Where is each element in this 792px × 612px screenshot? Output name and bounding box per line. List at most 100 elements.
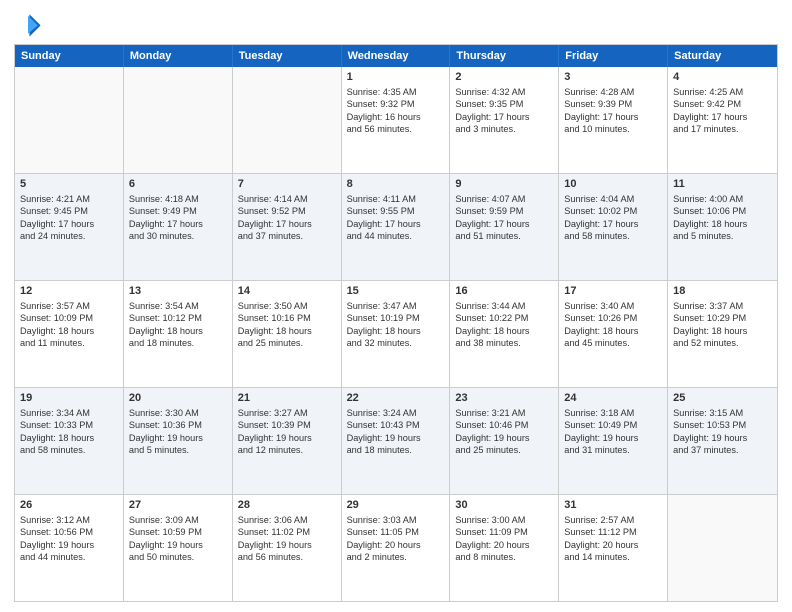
table-row — [15, 67, 124, 173]
day-info: Sunrise: 3:00 AM Sunset: 11:09 PM Daylig… — [455, 515, 529, 562]
day-number: 19 — [20, 391, 118, 406]
day-number: 23 — [455, 391, 553, 406]
day-info: Sunrise: 4:00 AM Sunset: 10:06 PM Daylig… — [673, 194, 747, 241]
table-row: 8 Sunrise: 4:11 AM Sunset: 9:55 PM Daylig… — [342, 174, 451, 280]
day-number: 10 — [564, 177, 662, 192]
table-row — [124, 67, 233, 173]
day-info: Sunrise: 4:25 AM Sunset: 9:42 PM Dayligh… — [673, 87, 747, 134]
calendar-body: 1 Sunrise: 4:35 AM Sunset: 9:32 PM Daylig… — [15, 67, 777, 601]
table-row: 22 Sunrise: 3:24 AM Sunset: 10:43 PM Dayl… — [342, 388, 451, 494]
table-row: 1 Sunrise: 4:35 AM Sunset: 9:32 PM Daylig… — [342, 67, 451, 173]
table-row: 19 Sunrise: 3:34 AM Sunset: 10:33 PM Dayl… — [15, 388, 124, 494]
table-row: 13Sunrise: 3:54 AM Sunset: 10:12 PM Dayl… — [124, 281, 233, 387]
day-info: Sunrise: 3:09 AM Sunset: 10:59 PM Daylig… — [129, 515, 203, 562]
day-number: 16 — [455, 284, 553, 299]
header-day-tuesday: Tuesday — [233, 45, 342, 67]
day-info: Sunrise: 4:11 AM Sunset: 9:55 PM Dayligh… — [347, 194, 421, 241]
day-info: Sunrise: 2:57 AM Sunset: 11:12 PM Daylig… — [564, 515, 638, 562]
calendar-week-5: 26 Sunrise: 3:12 AM Sunset: 10:56 PM Dayl… — [15, 494, 777, 601]
day-info: Sunrise: 4:35 AM Sunset: 9:32 PM Dayligh… — [347, 87, 421, 134]
header-day-friday: Friday — [559, 45, 668, 67]
table-row: 29 Sunrise: 3:03 AM Sunset: 11:05 PM Dayl… — [342, 495, 451, 601]
day-number: 18 — [673, 284, 772, 299]
table-row — [668, 495, 777, 601]
calendar: SundayMondayTuesdayWednesdayThursdayFrid… — [14, 44, 778, 602]
table-row: 4 Sunrise: 4:25 AM Sunset: 9:42 PM Daylig… — [668, 67, 777, 173]
day-info: Sunrise: 4:04 AM Sunset: 10:02 PM Daylig… — [564, 194, 638, 241]
logo — [14, 10, 46, 38]
day-info: Sunrise: 4:18 AM Sunset: 9:49 PM Dayligh… — [129, 194, 203, 241]
generalblue-logo-icon — [14, 10, 42, 38]
calendar-week-3: 12 Sunrise: 3:57 AM Sunset: 10:09 PM Dayl… — [15, 280, 777, 387]
day-number: 4 — [673, 70, 772, 85]
day-info: Sunrise: 3:15 AM Sunset: 10:53 PM Daylig… — [673, 408, 747, 455]
table-row: 31 Sunrise: 2:57 AM Sunset: 11:12 PM Dayl… — [559, 495, 668, 601]
day-info: Sunrise: 3:50 AM Sunset: 10:16 PM Daylig… — [238, 301, 312, 348]
table-row: 20 Sunrise: 3:30 AM Sunset: 10:36 PM Dayl… — [124, 388, 233, 494]
day-number: 12 — [20, 284, 118, 299]
day-info: Sunrise: 3:47 AM Sunset: 10:19 PM Daylig… — [347, 301, 421, 348]
day-info: Sunrise: 3:40 AM Sunset: 10:26 PM Daylig… — [564, 301, 638, 348]
day-number: 30 — [455, 498, 553, 513]
table-row: 5Sunrise: 4:21 AM Sunset: 9:45 PM Daylig… — [15, 174, 124, 280]
table-row: 6 Sunrise: 4:18 AM Sunset: 9:49 PM Daylig… — [124, 174, 233, 280]
day-number: 17 — [564, 284, 662, 299]
header-day-wednesday: Wednesday — [342, 45, 451, 67]
day-info: Sunrise: 4:14 AM Sunset: 9:52 PM Dayligh… — [238, 194, 312, 241]
day-number: 2 — [455, 70, 553, 85]
day-info: Sunrise: 3:12 AM Sunset: 10:56 PM Daylig… — [20, 515, 94, 562]
day-info: Sunrise: 4:07 AM Sunset: 9:59 PM Dayligh… — [455, 194, 529, 241]
calendar-header-row: SundayMondayTuesdayWednesdayThursdayFrid… — [15, 45, 777, 67]
day-info: Sunrise: 3:30 AM Sunset: 10:36 PM Daylig… — [129, 408, 203, 455]
table-row: 14 Sunrise: 3:50 AM Sunset: 10:16 PM Dayl… — [233, 281, 342, 387]
header-day-thursday: Thursday — [450, 45, 559, 67]
day-number: 6 — [129, 177, 227, 192]
day-number: 3 — [564, 70, 662, 85]
page: SundayMondayTuesdayWednesdayThursdayFrid… — [0, 0, 792, 612]
day-number: 26 — [20, 498, 118, 513]
header-day-saturday: Saturday — [668, 45, 777, 67]
day-info: Sunrise: 3:06 AM Sunset: 11:02 PM Daylig… — [238, 515, 312, 562]
table-row: 30 Sunrise: 3:00 AM Sunset: 11:09 PM Dayl… — [450, 495, 559, 601]
table-row: 17 Sunrise: 3:40 AM Sunset: 10:26 PM Dayl… — [559, 281, 668, 387]
table-row: 26 Sunrise: 3:12 AM Sunset: 10:56 PM Dayl… — [15, 495, 124, 601]
day-number: 8 — [347, 177, 445, 192]
day-number: 25 — [673, 391, 772, 406]
day-number: 13 — [129, 284, 227, 299]
day-number: 1 — [347, 70, 445, 85]
table-row: 28 Sunrise: 3:06 AM Sunset: 11:02 PM Dayl… — [233, 495, 342, 601]
header-day-monday: Monday — [124, 45, 233, 67]
table-row: 18 Sunrise: 3:37 AM Sunset: 10:29 PM Dayl… — [668, 281, 777, 387]
day-info: Sunrise: 3:03 AM Sunset: 11:05 PM Daylig… — [347, 515, 421, 562]
header-day-sunday: Sunday — [15, 45, 124, 67]
day-info: Sunrise: 3:57 AM Sunset: 10:09 PM Daylig… — [20, 301, 94, 348]
table-row: 11 Sunrise: 4:00 AM Sunset: 10:06 PM Dayl… — [668, 174, 777, 280]
day-number: 5 — [20, 177, 118, 192]
day-number: 31 — [564, 498, 662, 513]
table-row: 2 Sunrise: 4:32 AM Sunset: 9:35 PM Daylig… — [450, 67, 559, 173]
day-number: 7 — [238, 177, 336, 192]
day-info: Sunrise: 3:27 AM Sunset: 10:39 PM Daylig… — [238, 408, 312, 455]
day-number: 11 — [673, 177, 772, 192]
day-info: Sunrise: 4:32 AM Sunset: 9:35 PM Dayligh… — [455, 87, 529, 134]
table-row: 16Sunrise: 3:44 AM Sunset: 10:22 PM Dayl… — [450, 281, 559, 387]
day-number: 29 — [347, 498, 445, 513]
calendar-week-4: 19 Sunrise: 3:34 AM Sunset: 10:33 PM Dayl… — [15, 387, 777, 494]
table-row: 15 Sunrise: 3:47 AM Sunset: 10:19 PM Dayl… — [342, 281, 451, 387]
day-number: 28 — [238, 498, 336, 513]
day-info: Sunrise: 3:21 AM Sunset: 10:46 PM Daylig… — [455, 408, 529, 455]
day-number: 24 — [564, 391, 662, 406]
day-number: 22 — [347, 391, 445, 406]
day-info: Sunrise: 3:34 AM Sunset: 10:33 PM Daylig… — [20, 408, 94, 455]
day-info: Sunrise: 3:24 AM Sunset: 10:43 PM Daylig… — [347, 408, 421, 455]
day-number: 14 — [238, 284, 336, 299]
day-info: Sunrise: 3:37 AM Sunset: 10:29 PM Daylig… — [673, 301, 747, 348]
header — [14, 10, 778, 38]
table-row: 12 Sunrise: 3:57 AM Sunset: 10:09 PM Dayl… — [15, 281, 124, 387]
table-row: 27 Sunrise: 3:09 AM Sunset: 10:59 PM Dayl… — [124, 495, 233, 601]
day-number: 9 — [455, 177, 553, 192]
day-number: 15 — [347, 284, 445, 299]
calendar-week-1: 1 Sunrise: 4:35 AM Sunset: 9:32 PM Daylig… — [15, 67, 777, 173]
day-number: 27 — [129, 498, 227, 513]
day-number: 20 — [129, 391, 227, 406]
